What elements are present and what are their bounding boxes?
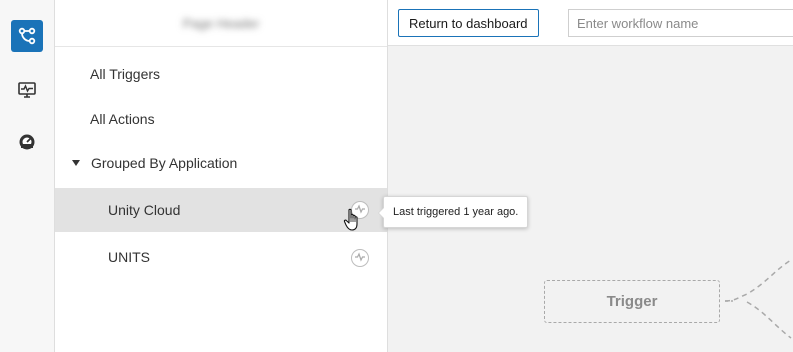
- last-triggered-tooltip: Last triggered 1 year ago.: [377, 196, 529, 228]
- monitor-nav-button[interactable]: [11, 74, 43, 106]
- triggers-panel: Page Header All Triggers All Actions Gro…: [55, 0, 388, 352]
- nav-item-label: All Actions: [90, 111, 155, 127]
- nav-group-by-application[interactable]: Grouped By Application: [55, 141, 387, 185]
- nav-item-label: Grouped By Application: [91, 155, 238, 171]
- panel-header-title: Page Header: [182, 15, 260, 31]
- activity-icon: [354, 249, 366, 267]
- workflow-nav-button[interactable]: [11, 20, 43, 52]
- nav-item-all-triggers[interactable]: All Triggers: [55, 52, 387, 96]
- caret-down-icon: [72, 160, 80, 166]
- icon-rail: [0, 0, 55, 352]
- trigger-node[interactable]: Trigger: [544, 280, 720, 323]
- dashboard-gauge-icon: [18, 133, 36, 151]
- trigger-node-label: Trigger: [606, 293, 658, 310]
- dashboard-nav-button[interactable]: [11, 126, 43, 158]
- workflow-icon: [18, 27, 36, 45]
- nav-item-units[interactable]: UNITS: [55, 235, 387, 279]
- workflow-name-input[interactable]: [568, 9, 793, 37]
- panel-header: Page Header: [55, 0, 387, 47]
- app-trigger-status-button[interactable]: [351, 249, 369, 267]
- nav-item-label: All Triggers: [90, 66, 161, 82]
- tooltip-text: Last triggered 1 year ago.: [393, 206, 519, 218]
- monitor-icon: [17, 81, 37, 99]
- editor-toolbar: Return to dashboard: [388, 0, 793, 46]
- connector-lines: [724, 259, 792, 339]
- return-to-dashboard-button[interactable]: Return to dashboard: [398, 9, 539, 37]
- nav-item-unity-cloud[interactable]: Unity Cloud: [55, 188, 387, 232]
- nav-item-label: Unity Cloud: [108, 202, 181, 218]
- hand-pointer-cursor: [343, 208, 363, 237]
- nav-item-all-actions[interactable]: All Actions: [55, 97, 387, 141]
- nav-item-label: UNITS: [108, 249, 150, 265]
